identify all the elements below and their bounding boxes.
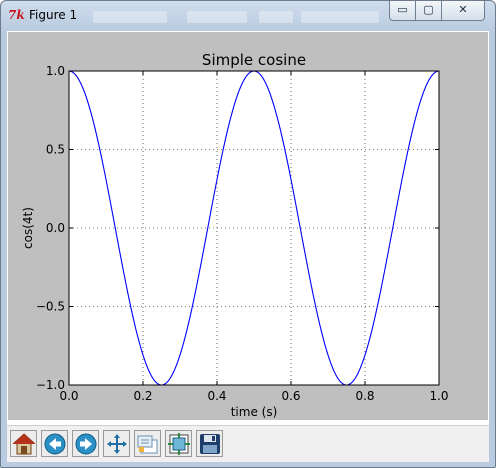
title-bar[interactable]: 7k Figure 1 ▭ ▢ ✕ [1,1,495,31]
close-button[interactable]: ✕ [441,1,485,21]
background-taskbar-ghost [259,11,293,23]
chart-title: Simple cosine [202,51,306,69]
x-tick-label: 0.4 [207,389,226,403]
y-tick-label: −1.0 [36,378,65,392]
back-arrow-icon [44,433,66,455]
figure-client-area: 0.0 0.2 0.4 0.6 0.8 1.0 1.0 0.5 0.0 −0.5 −1.0 Simp… [7,31,489,462]
y-tick-label: −0.5 [36,300,65,314]
maximize-button[interactable]: ▢ [415,1,442,21]
y-tick-label: 0.5 [46,143,65,157]
zoom-button[interactable] [134,430,161,457]
y-axis-label: cos(4t) [21,207,35,249]
save-button[interactable] [196,430,223,457]
close-icon: ✕ [458,3,468,16]
back-button[interactable] [41,430,68,457]
background-taskbar-ghost [301,11,379,23]
maximize-icon: ▢ [423,3,434,16]
subplots-config-icon [168,433,190,455]
subplots-button[interactable] [165,430,192,457]
x-axis-label: time (s) [231,405,278,419]
x-tick-label: 0.2 [133,389,152,403]
home-icon [12,433,36,455]
zoom-rect-icon [137,435,158,454]
x-tick-label: 1.0 [429,389,448,403]
x-tick-label: 0.8 [355,389,374,403]
y-tick-label: 0.0 [46,221,65,235]
background-taskbar-ghost [93,11,167,23]
background-taskbar-ghost [187,11,247,23]
pan-button[interactable] [103,430,130,457]
pan-move-icon [107,434,127,454]
floppy-save-icon [200,434,220,454]
minimize-icon: ▭ [397,3,408,16]
tk-app-icon: 7k [8,8,25,22]
minimize-button[interactable]: ▭ [389,1,416,21]
figure-canvas[interactable]: 0.0 0.2 0.4 0.6 0.8 1.0 1.0 0.5 0.0 −0.5 −1.0 Simp… [8,32,488,420]
x-tick-label: 0.6 [281,389,300,403]
home-button[interactable] [10,430,37,457]
y-tick-label: 1.0 [46,64,65,78]
forward-arrow-icon [75,433,97,455]
forward-button[interactable] [72,430,99,457]
window-title: Figure 1 [29,8,78,22]
plot-svg: 0.0 0.2 0.4 0.6 0.8 1.01.00.50.0−0.5−1.0 Simp… [21,51,449,419]
navigation-toolbar [7,425,489,462]
figure-window: 7k Figure 1 ▭ ▢ ✕ 0.0 0.2 0.4 0.6 0.8 1.0 1.0 0… [0,0,496,468]
